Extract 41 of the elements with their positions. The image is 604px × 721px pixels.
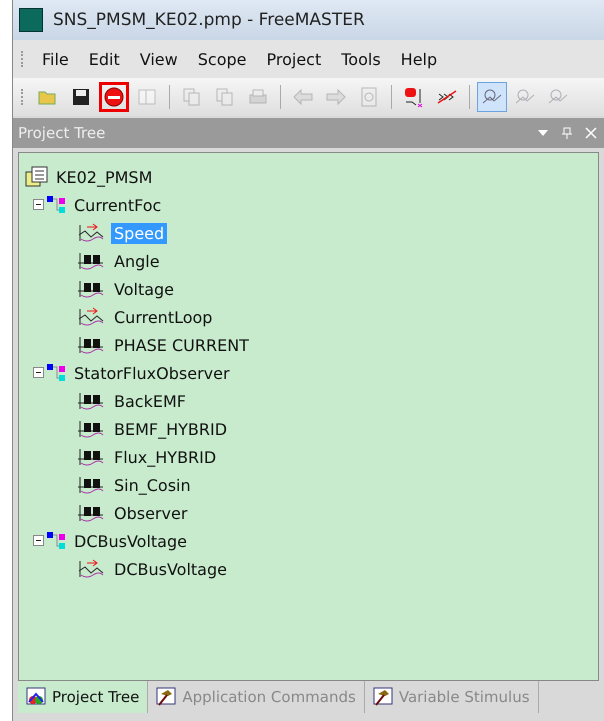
chart-icon bbox=[26, 687, 48, 707]
group-icon bbox=[45, 531, 67, 551]
tree-item[interactable]: DCBusVoltage bbox=[71, 530, 190, 552]
tree-item[interactable]: DCBusVoltage bbox=[111, 558, 230, 580]
collapse-icon[interactable] bbox=[33, 366, 45, 378]
menu-item[interactable]: File bbox=[34, 50, 77, 68]
group-icon bbox=[45, 195, 67, 215]
panel-title: Project Tree bbox=[18, 124, 106, 142]
tree-item[interactable]: Observer bbox=[111, 502, 190, 524]
tree-item[interactable]: Angle bbox=[111, 250, 163, 272]
app-logo-icon bbox=[19, 8, 43, 32]
tree-item[interactable]: PHASE CURRENT bbox=[111, 334, 252, 356]
hammer-icon bbox=[156, 687, 178, 707]
tree-item[interactable]: CurrentFoc bbox=[71, 194, 164, 216]
hammer-icon bbox=[372, 687, 395, 707]
menu-item[interactable]: Scope bbox=[190, 50, 254, 68]
tree-item[interactable]: BEMF_HYBRID bbox=[111, 418, 230, 440]
menu-item[interactable]: Edit bbox=[80, 50, 128, 68]
tree-item[interactable]: StatorFluxObserver bbox=[71, 362, 233, 384]
stop-graph-icon bbox=[403, 86, 425, 108]
group-icon bbox=[45, 363, 67, 383]
panel-tab[interactable]: Project Tree bbox=[18, 681, 148, 713]
tree-item[interactable]: CurrentLoop bbox=[111, 306, 216, 328]
menu-item[interactable]: View bbox=[132, 50, 186, 68]
tree-item[interactable]: KE02_PMSM bbox=[53, 166, 156, 188]
tree-item[interactable]: BackEMF bbox=[111, 390, 189, 412]
close-icon[interactable] bbox=[585, 127, 597, 139]
project-icon bbox=[25, 166, 49, 188]
collapse-icon[interactable] bbox=[33, 198, 45, 210]
menu-item[interactable]: Tools bbox=[333, 50, 389, 68]
menu-item[interactable]: Help bbox=[392, 50, 446, 68]
right-arrow-icon bbox=[325, 86, 347, 108]
menu-item[interactable]: Project bbox=[258, 50, 330, 68]
pin-icon[interactable] bbox=[561, 127, 573, 139]
tree-item[interactable]: Voltage bbox=[111, 278, 178, 300]
collapse-icon[interactable] bbox=[33, 534, 45, 546]
tree-item[interactable]: Sin_Cosin bbox=[111, 474, 194, 496]
left-arrow-icon bbox=[292, 86, 314, 108]
window-title: SNS_PMSM_KE02.pmp - FreeMASTER bbox=[53, 10, 365, 30]
tree-item[interactable]: Flux_HYBRID bbox=[111, 446, 220, 468]
toolbar-button[interactable] bbox=[99, 82, 129, 112]
